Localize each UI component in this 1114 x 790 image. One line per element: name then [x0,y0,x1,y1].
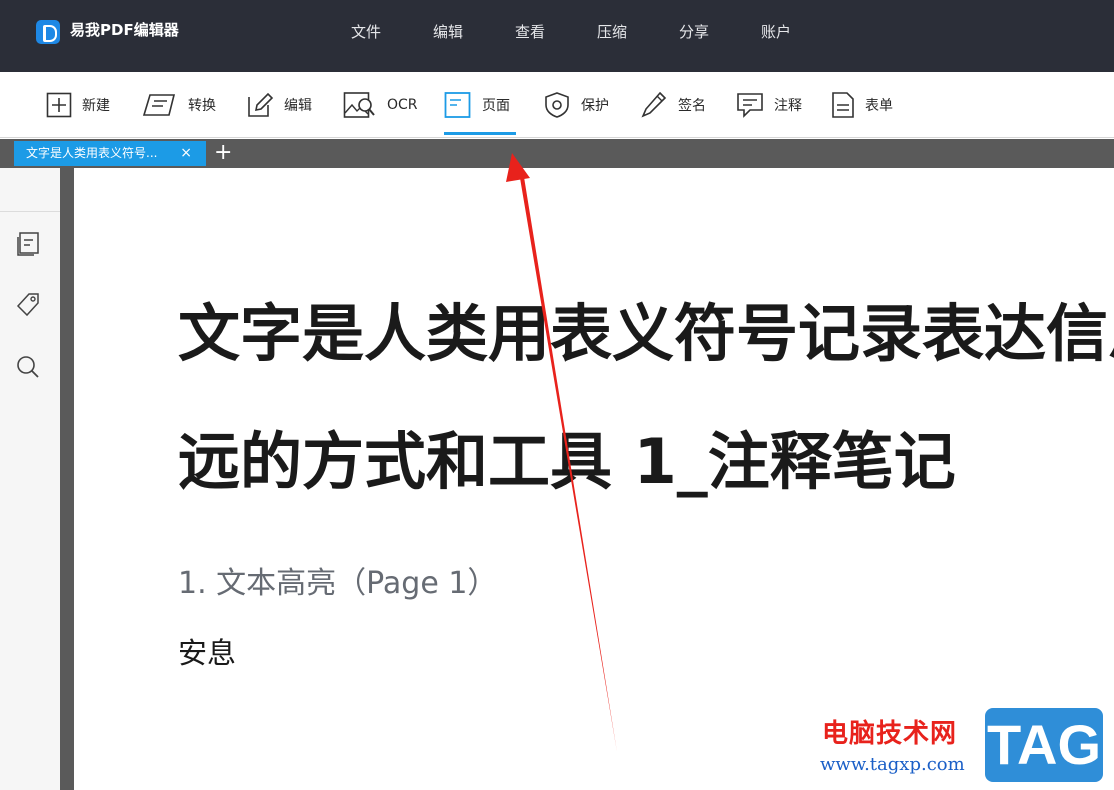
watermark-url: www.tagxp.com [820,754,965,775]
watermark-badge: TAG [985,708,1103,782]
annotation-arrow [506,153,617,752]
watermark-site-name: 电脑技术网 [822,719,958,749]
annotation-arrow-shaft [520,177,617,752]
annotation-arrow-head [506,153,530,182]
